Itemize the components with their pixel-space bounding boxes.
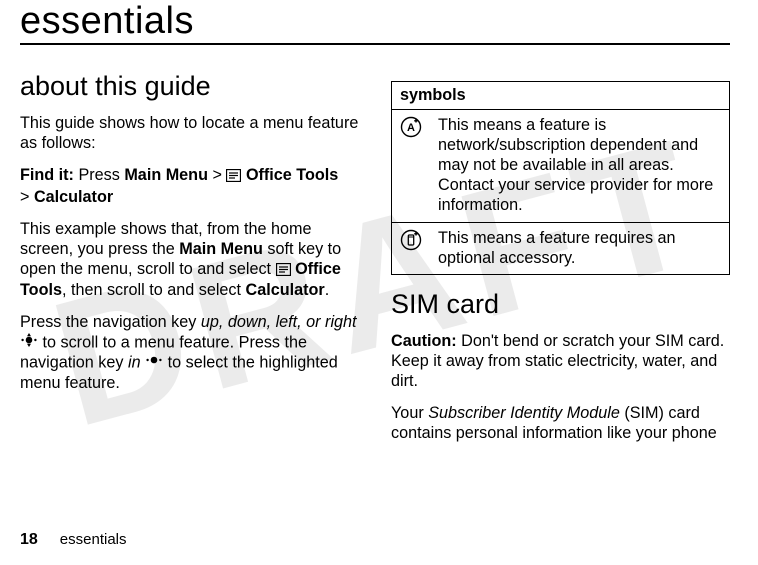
accessory-required-icon bbox=[392, 222, 431, 275]
chapter-title: essentials bbox=[20, 0, 730, 45]
section-about-this-guide: about this guide bbox=[20, 71, 359, 102]
nav-key-directional-icon bbox=[20, 333, 38, 353]
two-column-layout: about this guide This guide shows how to… bbox=[20, 71, 730, 456]
network-dependent-desc: This means a feature is network/subscrip… bbox=[430, 110, 730, 223]
office-tools-text: Office Tools bbox=[246, 166, 338, 184]
office-tools-icon-2 bbox=[276, 262, 291, 282]
calculator-text-2: Calculator bbox=[246, 281, 325, 299]
calculator-text: Calculator bbox=[34, 188, 113, 206]
gt-1: > bbox=[212, 166, 221, 184]
find-it-press: Press bbox=[78, 166, 119, 184]
table-row: This means a feature requires an optiona… bbox=[392, 222, 730, 275]
right-column: symbols A This means a feature is networ… bbox=[391, 71, 730, 456]
section-sim-card: SIM card bbox=[391, 289, 730, 320]
symbols-header: symbols bbox=[392, 82, 730, 110]
intro-paragraph: This guide shows how to locate a menu fe… bbox=[20, 114, 359, 154]
nav-in: in bbox=[128, 354, 141, 372]
page-number: 18 bbox=[20, 531, 38, 548]
find-it-label: Find it: bbox=[20, 166, 74, 184]
sim-paragraph-2: Your Subscriber Identity Module (SIM) ca… bbox=[391, 404, 730, 444]
navigation-paragraph: Press the navigation key up, down, left,… bbox=[20, 313, 359, 393]
nav-directions: up, down, left, or right bbox=[201, 313, 357, 331]
table-row: A This means a feature is network/subscr… bbox=[392, 110, 730, 223]
nav-pre: Press the navigation key bbox=[20, 313, 201, 331]
find-it-line: Find it: Press Main Menu > Office Tools … bbox=[20, 166, 359, 208]
caution-paragraph: Caution: Don't bend or scratch your SIM … bbox=[391, 332, 730, 392]
symbols-table: symbols A This means a feature is networ… bbox=[391, 81, 730, 275]
office-tools-icon bbox=[226, 168, 241, 188]
accessory-required-desc: This means a feature requires an optiona… bbox=[430, 222, 730, 275]
example-period: . bbox=[325, 281, 330, 299]
running-footer: essentials bbox=[60, 531, 127, 548]
caution-label: Caution: bbox=[391, 332, 457, 350]
page-footer: 18 essentials bbox=[20, 531, 127, 549]
page-content: essentials about this guide This guide s… bbox=[0, 0, 758, 468]
nav-key-center-icon bbox=[145, 353, 163, 373]
main-menu-text: Main Menu bbox=[124, 166, 208, 184]
main-menu-text-2: Main Menu bbox=[179, 240, 263, 258]
example-paragraph: This example shows that, from the home s… bbox=[20, 220, 359, 302]
network-dependent-icon: A bbox=[392, 110, 431, 223]
example-mid2: , then scroll to and select bbox=[62, 281, 246, 299]
sim-p2-italic: Subscriber Identity Module bbox=[428, 404, 620, 422]
sim-p2-pre: Your bbox=[391, 404, 428, 422]
left-column: about this guide This guide shows how to… bbox=[20, 71, 359, 456]
gt-2: > bbox=[20, 188, 29, 206]
svg-text:A: A bbox=[407, 122, 415, 134]
